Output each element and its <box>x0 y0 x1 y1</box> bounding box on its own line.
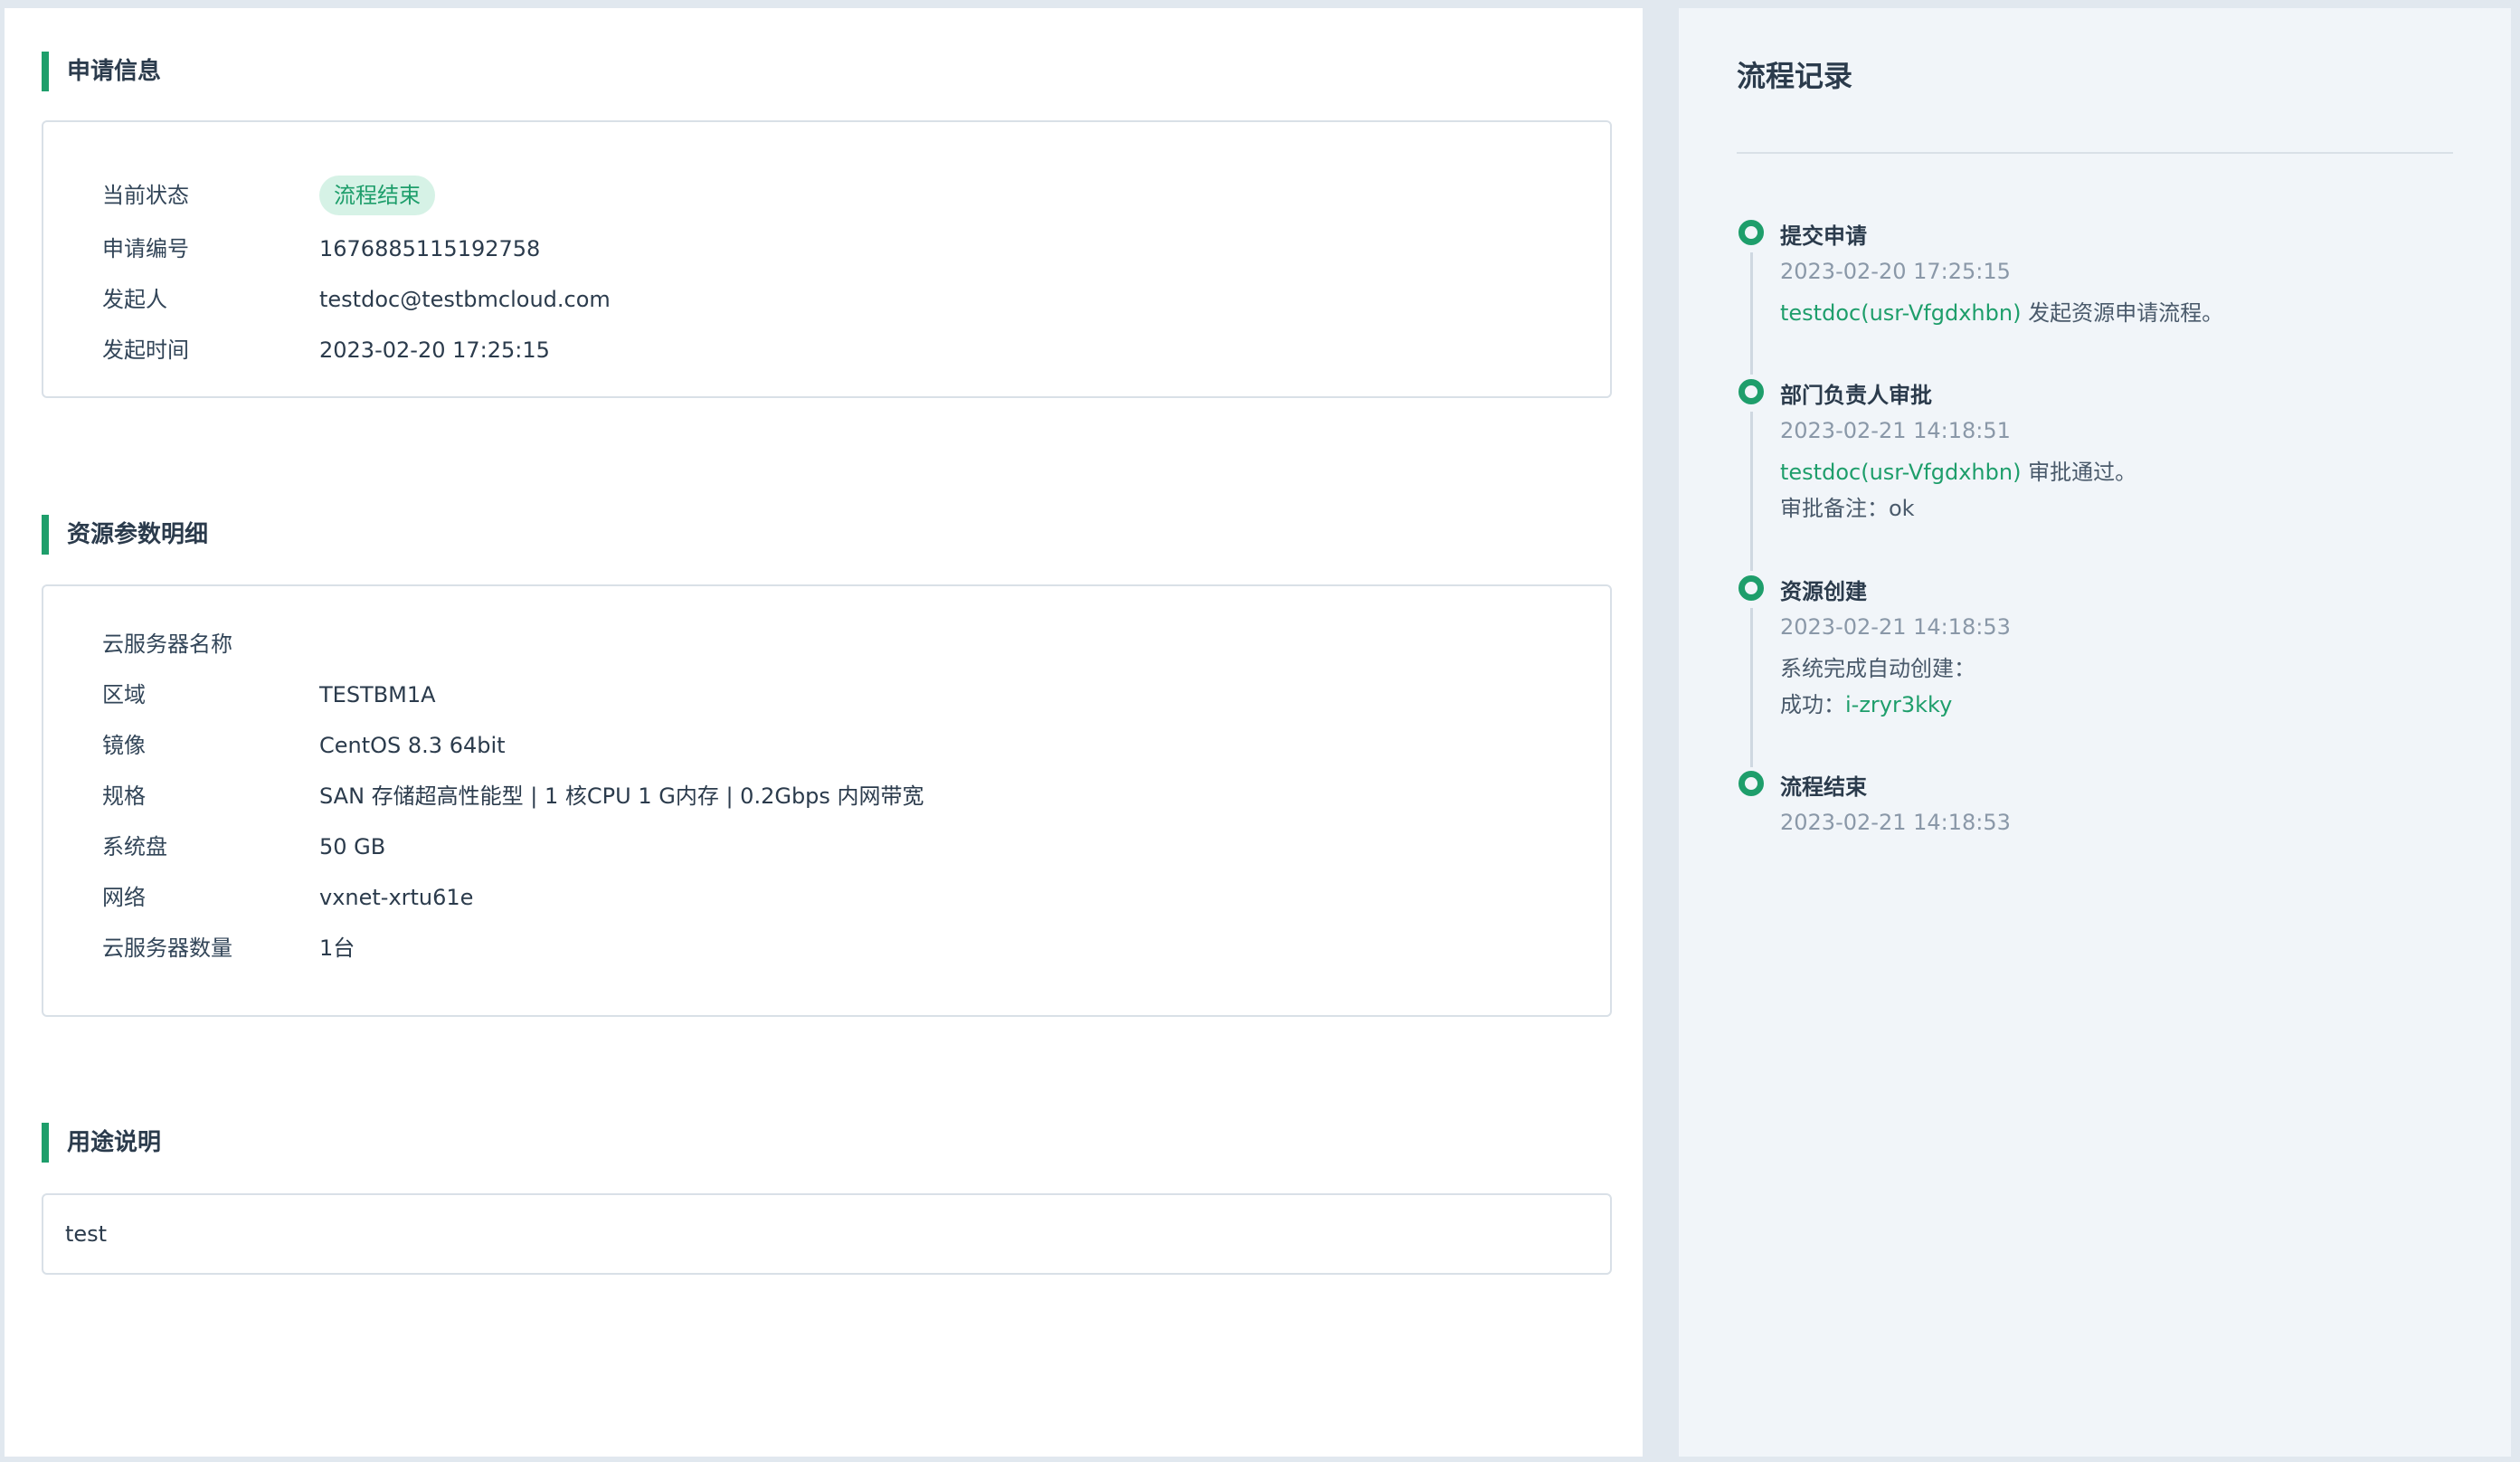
row-label: 发起人 <box>102 287 167 312</box>
step-time: 2023-02-21 14:18:53 <box>1780 810 2011 835</box>
step-time: 2023-02-21 14:18:53 <box>1780 614 2011 640</box>
timeline-dot-icon <box>1738 771 1764 796</box>
step-note: 审批备注：ok <box>1780 496 1915 521</box>
row-value: 50 GB <box>319 834 386 859</box>
step-result-link[interactable]: i-zryr3kky <box>1845 692 1952 717</box>
row-label: 云服务器数量 <box>102 935 232 961</box>
status-badge: 流程结束 <box>319 176 435 215</box>
timeline-connector <box>1750 608 1753 767</box>
step-description: 系统完成自动创建： <box>1780 656 1975 681</box>
row-label: 当前状态 <box>102 183 189 208</box>
row-label: 发起时间 <box>102 337 189 363</box>
step-time: 2023-02-20 17:25:15 <box>1780 259 2011 284</box>
step-action: 发起资源申请流程。 <box>2021 300 2224 326</box>
timeline-connector <box>1750 412 1753 571</box>
resource-params-card: 云服务器名称 区域 TESTBM1A 镜像 CentOS 8.3 64bit 规… <box>42 584 1612 1017</box>
row-label: 镜像 <box>102 733 146 758</box>
row-value: SAN 存储超高性能型 | 1 核CPU 1 G内存 | 0.2Gbps 内网带… <box>319 783 924 809</box>
step-title: 提交申请 <box>1780 223 1867 249</box>
row-value: 1676885115192758 <box>319 236 541 261</box>
step-title: 部门负责人审批 <box>1780 383 1932 408</box>
row-value: 2023-02-20 17:25:15 <box>319 337 550 363</box>
step-result: 成功：i-zryr3kky <box>1780 687 1952 718</box>
flow-record-panel: 流程记录 提交申请 2023-02-20 17:25:15 testdoc(us… <box>1679 8 2511 1457</box>
timeline-connector <box>1750 252 1753 375</box>
timeline-dot-icon <box>1738 575 1764 601</box>
row-label: 区域 <box>102 682 146 707</box>
step-user-link[interactable]: testdoc(usr-Vfgdxhbn) <box>1780 300 2021 326</box>
timeline-dot-icon <box>1738 379 1764 404</box>
row-label: 云服务器名称 <box>102 631 232 657</box>
step-result-label: 成功： <box>1780 692 1845 717</box>
flow-record-title: 流程记录 <box>1737 59 1853 93</box>
step-title: 资源创建 <box>1780 579 1867 604</box>
row-value: vxnet-xrtu61e <box>319 885 474 910</box>
section-title-purpose: 用途说明 <box>42 1123 161 1163</box>
flow-record-divider <box>1737 152 2453 154</box>
section-title-application-info: 申请信息 <box>42 52 161 91</box>
row-value: 流程结束 <box>319 176 435 215</box>
application-detail-panel: 申请信息 当前状态 流程结束 申请编号 1676885115192758 发起人… <box>5 8 1643 1457</box>
timeline-dot-icon <box>1738 220 1764 245</box>
step-time: 2023-02-21 14:18:51 <box>1780 418 2011 443</box>
step-action: 审批通过。 <box>2021 460 2137 485</box>
step-description: testdoc(usr-Vfgdxhbn) 审批通过。 <box>1780 454 2136 486</box>
purpose-text: test <box>65 1221 108 1247</box>
row-label: 网络 <box>102 885 146 910</box>
row-value: 1台 <box>319 935 355 961</box>
purpose-card: test <box>42 1193 1612 1275</box>
step-title: 流程结束 <box>1780 774 1867 800</box>
row-label: 申请编号 <box>102 236 189 261</box>
row-value: CentOS 8.3 64bit <box>319 733 506 758</box>
section-title-resource-params: 资源参数明细 <box>42 515 208 555</box>
step-description: testdoc(usr-Vfgdxhbn) 发起资源申请流程。 <box>1780 295 2223 327</box>
step-user-link[interactable]: testdoc(usr-Vfgdxhbn) <box>1780 460 2021 485</box>
application-info-card: 当前状态 流程结束 申请编号 1676885115192758 发起人 test… <box>42 120 1612 398</box>
row-label: 系统盘 <box>102 834 167 859</box>
row-label: 规格 <box>102 783 146 809</box>
row-value: TESTBM1A <box>319 682 436 707</box>
row-value: testdoc@testbmcloud.com <box>319 287 611 312</box>
